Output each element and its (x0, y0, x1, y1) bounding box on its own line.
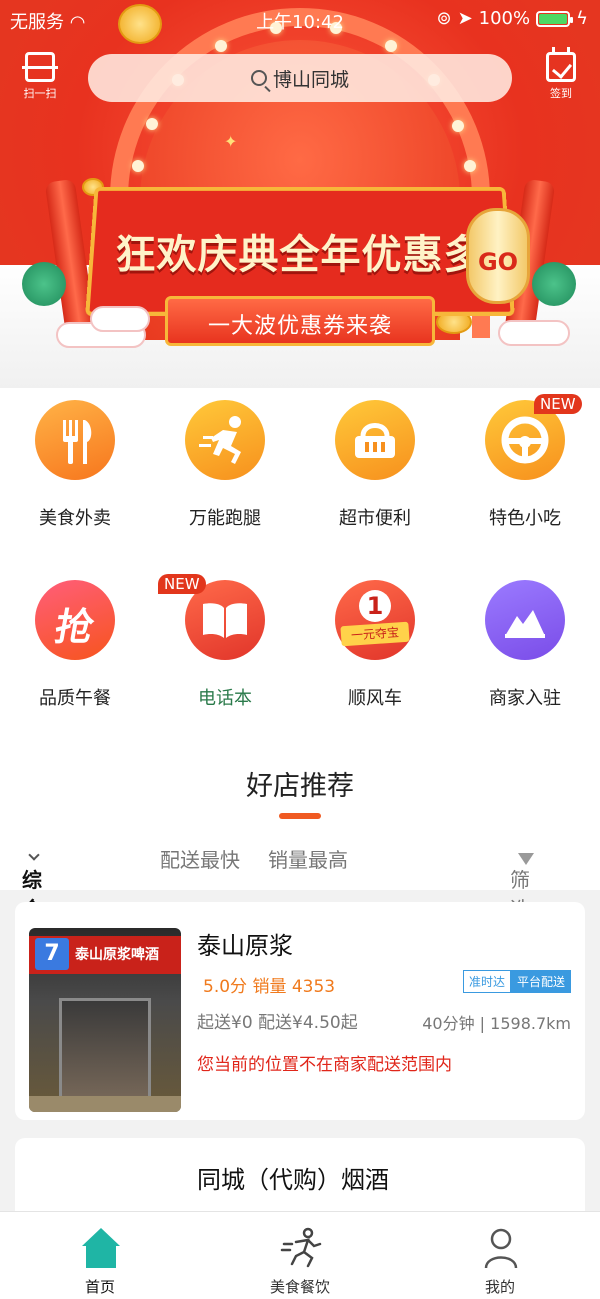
sort-top-sales[interactable]: 销量最高 (268, 844, 348, 873)
store-name: 泰山原浆 (197, 932, 293, 960)
banner-subtitle: 一大波优惠券来袭 (207, 314, 392, 339)
person-icon (484, 1228, 518, 1269)
sort-comprehensive[interactable]: 综合排序 (22, 844, 42, 979)
min-order: 起送¥0 (197, 1013, 253, 1033)
out-of-range-warning: 您当前的位置不在商家配送范围内 (197, 1055, 452, 1075)
tab-home[interactable]: 首页 (0, 1212, 200, 1299)
treasure-icon: 1 一元夺宝 (335, 580, 415, 660)
store-rating-sales: 5.0分 销量 4353 (203, 972, 335, 997)
pine-tree-decoration (22, 262, 66, 306)
category-label: 商家入驻 (489, 688, 561, 709)
tab-food[interactable]: 美食餐饮 (200, 1212, 400, 1299)
sort-bar: 综合排序 配送最快 销量最高 筛选 (0, 824, 600, 979)
store-door (59, 998, 151, 1108)
section-underline (279, 813, 321, 819)
scan-icon (22, 52, 58, 82)
category-merchant-join[interactable]: 商家入驻 (450, 568, 600, 728)
sparkle-icon: ✦ (224, 132, 238, 151)
light-bulb (215, 40, 227, 52)
light-bulb (464, 160, 476, 172)
home-icon (82, 1228, 120, 1268)
basket-icon (335, 400, 415, 480)
store-fees: 起送¥0 配送¥4.50起 (197, 1008, 358, 1033)
grab-glyph: 抢 (51, 605, 98, 649)
store-step (29, 1096, 181, 1112)
fork-knife-icon (35, 400, 115, 480)
cloud-decoration (90, 306, 150, 332)
runner-icon (185, 400, 265, 480)
status-right: ⊚ ➤ 100% ϟ (436, 8, 588, 29)
signin-label: 签到 (550, 87, 572, 100)
tab-home-label: 首页 (84, 1278, 115, 1296)
light-bulb (452, 120, 464, 132)
store-logo: 7 (35, 938, 69, 970)
store-sales: 销量 4353 (252, 977, 336, 997)
light-bulb (385, 40, 397, 52)
category-label: 顺风车 (348, 688, 402, 709)
scan-button[interactable]: 扫一扫 (18, 50, 62, 106)
category-supermarket[interactable]: 超市便利 (300, 388, 450, 548)
scan-label: 扫一扫 (23, 87, 57, 100)
category-phonebook[interactable]: NEW 电话本 (150, 568, 300, 728)
store-rating: 5.0分 (203, 977, 248, 997)
category-grid: 美食外卖 万能跑腿 超市便利 NEW 特色小吃 抢 品质午餐 NEW 电话本 1… (0, 388, 600, 752)
bottom-tab-bar: 首页 美食餐饮 我的 (0, 1211, 600, 1299)
chevron-down-icon (28, 849, 40, 861)
new-badge: NEW (534, 394, 582, 414)
pine-tree-decoration (532, 262, 576, 306)
sort-fastest[interactable]: 配送最快 (160, 844, 240, 873)
treasure-number: 1 (359, 590, 391, 622)
new-badge: NEW (158, 574, 206, 594)
search-bar[interactable]: 博山同城 (88, 54, 512, 102)
mountain-icon (485, 580, 565, 660)
battery-icon (536, 10, 574, 27)
calendar-check-icon (546, 47, 576, 82)
search-placeholder: 博山同城 (272, 68, 349, 91)
orientation-lock-icon: ⊚ (436, 8, 452, 29)
location-icon: ➤ (457, 8, 473, 29)
filter-icon (518, 853, 534, 865)
treasure-ribbon: 一元夺宝 (340, 621, 410, 647)
tab-food-label: 美食餐饮 (269, 1278, 330, 1296)
recommended-section-header: 好店推荐 (0, 752, 600, 824)
grab-char-icon: 抢 (35, 580, 115, 660)
runner-icon (280, 1227, 322, 1268)
store-thumbnail: 泰山原浆啤酒 7 (29, 928, 181, 1112)
category-label: 特色小吃 (489, 508, 561, 529)
delivery-fee: 配送¥4.50起 (258, 1013, 358, 1033)
light-bulb (132, 160, 144, 172)
lantern-text: GO (477, 248, 519, 276)
charging-icon: ϟ (576, 8, 588, 29)
tab-me[interactable]: 我的 (400, 1212, 600, 1299)
banner-title: 狂欢庆典全年优惠多 (115, 232, 485, 278)
tag-platform-delivery: 平台配送 (510, 970, 571, 993)
light-bulb (146, 118, 158, 130)
category-label: 品质午餐 (39, 688, 111, 709)
status-bar: 无服务 ◠ 上午10:42 ⊚ ➤ 100% ϟ (0, 0, 600, 38)
section-title: 好店推荐 (246, 771, 354, 802)
category-label: 万能跑腿 (189, 508, 261, 529)
category-food-delivery[interactable]: 美食外卖 (0, 388, 150, 548)
category-label: 超市便利 (339, 508, 411, 529)
store-eta-distance: 40分钟 | 1598.7km (422, 1014, 571, 1033)
category-lunch[interactable]: 抢 品质午餐 (0, 568, 150, 728)
category-label: 美食外卖 (39, 508, 111, 529)
cloud-decoration (498, 320, 570, 346)
signin-button[interactable]: 签到 (538, 47, 584, 106)
delivery-tags: 准时达 平台配送 (462, 970, 571, 993)
filter-button[interactable]: 筛选 (510, 844, 534, 921)
category-errand[interactable]: 万能跑腿 (150, 388, 300, 548)
store-card[interactable]: 泰山原浆啤酒 7 泰山原浆 5.0分 销量 4353 准时达 平台配送 起送¥0… (15, 902, 585, 1120)
category-label: 电话本 (198, 688, 252, 709)
tag-on-time: 准时达 (462, 970, 511, 993)
search-icon (250, 70, 267, 86)
tab-me-label: 我的 (484, 1278, 515, 1296)
battery-percent: 100% (478, 8, 531, 29)
store-name: 同城（代购）烟酒 (197, 1166, 389, 1194)
category-snacks[interactable]: NEW 特色小吃 (450, 388, 600, 548)
category-rideshare[interactable]: 1 一元夺宝 顺风车 (300, 568, 450, 728)
